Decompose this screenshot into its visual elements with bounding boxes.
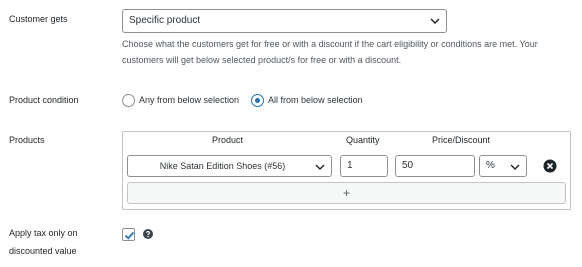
column-header-quantity: Quantity: [346, 135, 380, 145]
column-header-price-discount: Price/Discount: [432, 135, 491, 145]
customer-gets-select[interactable]: Specific product: [122, 9, 447, 33]
help-icon[interactable]: [143, 229, 153, 239]
customer-gets-description: Choose what the customers get for free o…: [122, 39, 538, 65]
column-header-product: Product: [212, 135, 244, 145]
quantity-input[interactable]: 1: [340, 155, 388, 177]
apply-tax-label-line2: discounted value: [9, 246, 77, 256]
add-product-row-button[interactable]: +: [127, 182, 566, 204]
radio-all-from-selection[interactable]: [251, 93, 265, 107]
customer-gets-value: Specific product: [129, 15, 201, 26]
product-select[interactable]: Nike Satan Edition Shoes (#56): [127, 155, 332, 177]
checkmark-icon: [124, 231, 135, 240]
radio-any-label[interactable]: Any from below selection: [139, 95, 239, 105]
product-select-value: Nike Satan Edition Shoes (#56): [159, 161, 286, 171]
apply-tax-checkbox[interactable]: [122, 228, 135, 241]
product-condition-radio-group: Any from below selection All from below …: [122, 92, 375, 108]
customer-gets-label: Customer gets: [9, 14, 68, 24]
discount-type-select[interactable]: %: [479, 155, 527, 177]
discount-value-input[interactable]: 50: [395, 155, 475, 177]
chevron-down-icon: [430, 18, 440, 24]
product-condition-label: Product condition: [9, 95, 79, 105]
discount-type-value: %: [486, 160, 495, 171]
radio-all-label[interactable]: All from below selection: [268, 95, 363, 105]
chevron-down-icon: [510, 164, 520, 170]
products-label: Products: [9, 135, 45, 145]
remove-row-icon[interactable]: [543, 159, 557, 173]
apply-tax-label-line1: Apply tax only on: [9, 228, 78, 238]
radio-any-from-selection[interactable]: [122, 93, 135, 107]
chevron-down-icon: [315, 164, 325, 170]
